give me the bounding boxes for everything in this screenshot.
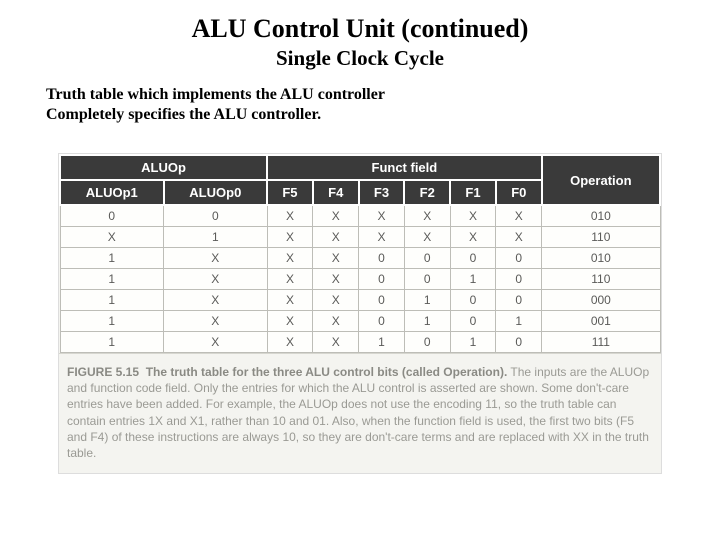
th-f4: F4 bbox=[313, 180, 359, 205]
cell: X bbox=[267, 332, 313, 353]
cell: 0 bbox=[60, 205, 164, 227]
page-title: ALU Control Unit (continued) bbox=[40, 14, 680, 44]
cell: 1 bbox=[60, 311, 164, 332]
cell: X bbox=[496, 205, 542, 227]
cell: X bbox=[359, 227, 405, 248]
cell: 1 bbox=[60, 269, 164, 290]
cell: X bbox=[359, 205, 405, 227]
cell: X bbox=[450, 205, 496, 227]
th-aluop1: ALUOp1 bbox=[60, 180, 164, 205]
cell: X bbox=[404, 205, 450, 227]
cell: X bbox=[450, 227, 496, 248]
th-f2: F2 bbox=[404, 180, 450, 205]
table-row: X 1 X X X X X X 110 bbox=[60, 227, 660, 248]
cell: 0 bbox=[496, 332, 542, 353]
cell: 0 bbox=[359, 248, 405, 269]
table-row: 1 X X X 0 0 1 0 110 bbox=[60, 269, 660, 290]
th-group-aluop: ALUOp bbox=[60, 155, 267, 180]
cell: 1 bbox=[60, 332, 164, 353]
cell: X bbox=[313, 311, 359, 332]
cell: X bbox=[267, 227, 313, 248]
description-line-1: Truth table which implements the ALU con… bbox=[46, 85, 680, 105]
th-group-operation: Operation bbox=[542, 155, 660, 205]
cell: X bbox=[313, 227, 359, 248]
cell: X bbox=[164, 332, 268, 353]
cell-operation: 000 bbox=[542, 290, 660, 311]
cell: X bbox=[313, 332, 359, 353]
cell: 0 bbox=[496, 269, 542, 290]
cell: 0 bbox=[359, 269, 405, 290]
cell: 1 bbox=[450, 269, 496, 290]
table-row: 0 0 X X X X X X 010 bbox=[60, 205, 660, 227]
table-row: 1 X X X 1 0 1 0 111 bbox=[60, 332, 660, 353]
cell: 0 bbox=[404, 248, 450, 269]
description-line-2: Completely specifies the ALU controller. bbox=[46, 105, 680, 125]
cell: 1 bbox=[359, 332, 405, 353]
page-subtitle: Single Clock Cycle bbox=[40, 46, 680, 71]
cell: X bbox=[164, 290, 268, 311]
cell: 1 bbox=[404, 311, 450, 332]
cell: X bbox=[60, 227, 164, 248]
cell: 0 bbox=[496, 248, 542, 269]
cell: X bbox=[164, 311, 268, 332]
th-f0: F0 bbox=[496, 180, 542, 205]
figure-title: The truth table for the three ALU contro… bbox=[146, 365, 508, 379]
cell: X bbox=[267, 269, 313, 290]
cell: 0 bbox=[164, 205, 268, 227]
table-row: 1 X X X 0 0 0 0 010 bbox=[60, 248, 660, 269]
cell: X bbox=[496, 227, 542, 248]
figure-wrapper: ALUOp Funct field Operation ALUOp1 ALUOp… bbox=[58, 153, 662, 474]
cell: 0 bbox=[450, 290, 496, 311]
cell: 0 bbox=[404, 269, 450, 290]
cell: 0 bbox=[450, 248, 496, 269]
figure-number: FIGURE 5.15 bbox=[67, 365, 139, 379]
cell: 1 bbox=[496, 311, 542, 332]
cell: X bbox=[267, 205, 313, 227]
cell: X bbox=[313, 290, 359, 311]
cell: X bbox=[267, 290, 313, 311]
cell: X bbox=[267, 248, 313, 269]
cell: 0 bbox=[450, 311, 496, 332]
th-f3: F3 bbox=[359, 180, 405, 205]
cell: X bbox=[404, 227, 450, 248]
cell: 1 bbox=[164, 227, 268, 248]
cell-operation: 001 bbox=[542, 311, 660, 332]
cell: X bbox=[313, 205, 359, 227]
cell: 1 bbox=[60, 290, 164, 311]
table-row: 1 X X X 0 1 0 1 001 bbox=[60, 311, 660, 332]
truth-table: ALUOp Funct field Operation ALUOp1 ALUOp… bbox=[59, 154, 661, 353]
cell: X bbox=[267, 311, 313, 332]
cell: 0 bbox=[404, 332, 450, 353]
cell: 0 bbox=[496, 290, 542, 311]
cell: 1 bbox=[450, 332, 496, 353]
cell: X bbox=[164, 248, 268, 269]
th-aluop0: ALUOp0 bbox=[164, 180, 268, 205]
cell: 0 bbox=[359, 311, 405, 332]
cell-operation: 110 bbox=[542, 227, 660, 248]
cell-operation: 111 bbox=[542, 332, 660, 353]
cell-operation: 010 bbox=[542, 205, 660, 227]
table-row: 1 X X X 0 1 0 0 000 bbox=[60, 290, 660, 311]
cell: 1 bbox=[404, 290, 450, 311]
cell: X bbox=[313, 269, 359, 290]
figure-caption: FIGURE 5.15 The truth table for the thre… bbox=[59, 353, 661, 473]
cell: X bbox=[164, 269, 268, 290]
figure-caption-body: The inputs are the ALUOp and function co… bbox=[67, 365, 649, 460]
cell-operation: 110 bbox=[542, 269, 660, 290]
cell-operation: 010 bbox=[542, 248, 660, 269]
th-f1: F1 bbox=[450, 180, 496, 205]
cell: 0 bbox=[359, 290, 405, 311]
description-block: Truth table which implements the ALU con… bbox=[46, 85, 680, 125]
th-group-funct: Funct field bbox=[267, 155, 542, 180]
th-f5: F5 bbox=[267, 180, 313, 205]
cell: X bbox=[313, 248, 359, 269]
cell: 1 bbox=[60, 248, 164, 269]
